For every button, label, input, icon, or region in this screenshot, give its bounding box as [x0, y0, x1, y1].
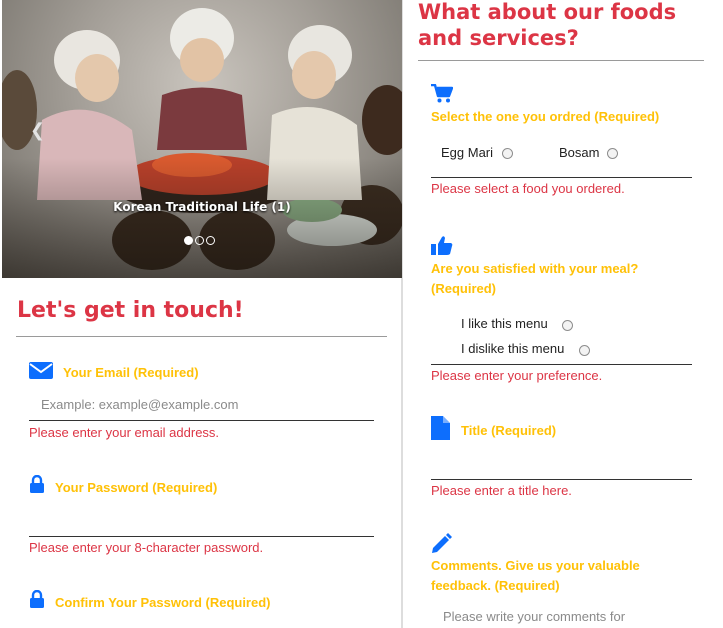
thumbs-up-icon: [431, 236, 453, 255]
food-option-1-radio[interactable]: [502, 148, 513, 159]
food-label: Select the one you ordred (Required): [431, 109, 660, 124]
feedback-divider: [418, 60, 704, 61]
title-error: Please enter a title here.: [431, 483, 572, 498]
password-input[interactable]: [29, 536, 374, 537]
confirm-password-label: Confirm Your Password (Required): [55, 595, 271, 610]
food-option-1-label: Egg Mari: [441, 145, 494, 160]
email-error: Please enter your email address.: [29, 425, 220, 440]
comments-label-line1: Comments. Give us your valuable: [431, 558, 640, 573]
feedback-column: What about our foods and services? Selec…: [404, 0, 723, 628]
satisfied-error: Please enter your preference.: [431, 368, 603, 383]
title-input[interactable]: [431, 479, 692, 480]
contact-divider: [16, 336, 387, 337]
satisfied-underline: [431, 364, 692, 365]
satisfied-label-line1: Are you satisfied with your meal?: [431, 261, 639, 276]
comments-textarea[interactable]: Please write your comments for: [443, 609, 625, 624]
carousel-dot-2[interactable]: [195, 236, 204, 245]
satisfied-option-2-label: I dislike this menu: [461, 341, 565, 356]
cart-icon: [431, 84, 453, 103]
food-option-2-label: Bosam: [559, 145, 600, 160]
password-error: Please enter your 8-character password.: [29, 540, 264, 555]
carousel-dot-3[interactable]: [206, 236, 215, 245]
lock-icon: [30, 590, 44, 608]
satisfied-option-1-radio[interactable]: [562, 320, 573, 331]
food-underline: [431, 177, 692, 178]
contact-column: ❮ Korean Traditional Life (1) Let's get …: [0, 0, 403, 628]
carousel-indicators: [184, 236, 215, 245]
carousel-dot-1[interactable]: [184, 236, 193, 245]
envelope-icon: [29, 362, 53, 379]
satisfied-label-line2: (Required): [431, 281, 496, 296]
lock-icon: [30, 475, 44, 493]
food-error: Please select a food you ordered.: [431, 181, 625, 196]
carousel-caption: Korean Traditional Life (1): [113, 200, 291, 214]
chevron-left-icon[interactable]: ❮: [30, 120, 45, 141]
email-underline: [29, 420, 374, 421]
image-carousel[interactable]: ❮ Korean Traditional Life (1): [2, 0, 402, 278]
feedback-title: What about our foods and services?: [418, 0, 677, 50]
password-label: Your Password (Required): [55, 480, 218, 495]
contact-title: Let's get in touch!: [17, 298, 244, 323]
comments-label-line2: feedback. (Required): [431, 578, 560, 593]
file-icon: [431, 416, 450, 440]
food-option-2-radio[interactable]: [607, 148, 618, 159]
email-label: Your Email (Required): [63, 365, 199, 380]
title-field-label: Title (Required): [461, 423, 557, 438]
email-input[interactable]: Example: example@example.com: [41, 397, 238, 412]
satisfied-option-2-radio[interactable]: [579, 345, 590, 356]
satisfied-option-1-label: I like this menu: [461, 316, 548, 331]
pencil-icon: [432, 533, 452, 553]
